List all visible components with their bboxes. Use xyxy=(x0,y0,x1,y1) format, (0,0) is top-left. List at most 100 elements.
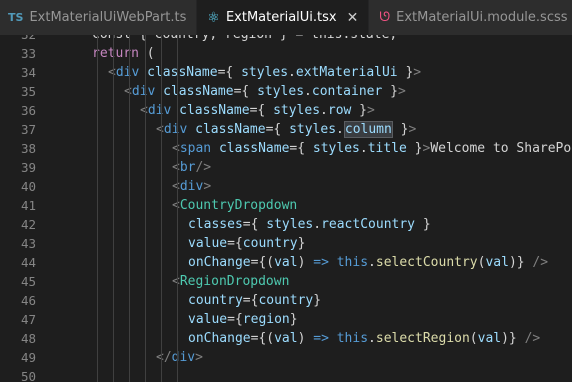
code-line[interactable]: 46 country={country} xyxy=(0,291,572,310)
code-token: < xyxy=(172,198,180,213)
code-line[interactable]: 44 onChange={(val) => this.selectCountry(… xyxy=(0,253,572,272)
code-token: classes xyxy=(188,217,243,232)
code-line[interactable]: 49 </div> xyxy=(0,348,572,367)
code-token: < xyxy=(124,84,132,99)
indent-guide xyxy=(145,35,146,382)
line-number: 50 xyxy=(20,369,36,382)
code-token: ={ xyxy=(242,293,259,308)
code-line[interactable]: 40 <div> xyxy=(0,177,572,196)
code-token: div xyxy=(179,179,204,194)
code-token: < xyxy=(172,141,180,156)
code-token: ={ xyxy=(249,103,274,118)
code-line[interactable]: 34 <div className={ styles.extMaterialUi … xyxy=(0,63,572,82)
code-token: RegionDropdown xyxy=(179,274,290,289)
indent-guide xyxy=(97,35,98,382)
code-token: => xyxy=(313,255,329,270)
line-number: 37 xyxy=(20,122,36,137)
code-token: reactCountry xyxy=(321,217,415,232)
code-token: val xyxy=(485,255,509,270)
code-token: . xyxy=(336,122,344,137)
code-line[interactable]: 37 <div className={ styles.column }> xyxy=(0,120,572,139)
code-line[interactable]: 33 return ( xyxy=(0,44,572,63)
line-number: 40 xyxy=(20,179,36,194)
code-token: span xyxy=(179,141,212,156)
code-text: country={country} xyxy=(188,291,321,310)
code-token: val xyxy=(477,331,502,346)
code-token: } xyxy=(382,84,398,99)
code-text: <div className={ styles.row }> xyxy=(140,101,375,120)
code-text: <span className={ styles.title }>Welcome… xyxy=(172,139,572,158)
tab-extmaterialuiwebpart-ts[interactable]: TS ExtMaterialUiWebPart.ts xyxy=(0,0,198,35)
code-line[interactable]: 50 xyxy=(0,367,572,382)
line-number: 42 xyxy=(20,217,36,232)
code-token: < xyxy=(156,122,164,137)
code-text: value={country} xyxy=(188,234,305,253)
code-token: > xyxy=(203,179,212,194)
code-line[interactable]: 48 onChange={(val) => this.selectRegion(v… xyxy=(0,329,572,348)
code-token: ={ xyxy=(217,65,242,80)
code-token: )} xyxy=(508,255,533,270)
code-token: => xyxy=(313,331,329,346)
code-token: . xyxy=(368,255,376,270)
indent-guide xyxy=(113,35,114,382)
code-line[interactable]: 47 value={region} xyxy=(0,310,572,329)
code-token: country xyxy=(258,293,314,308)
code-line[interactable]: 36 <div className={ styles.row }> xyxy=(0,101,572,120)
sass-file-icon: ᘎ xyxy=(379,10,391,25)
typescript-file-icon: TS xyxy=(8,11,24,24)
code-token: } xyxy=(397,65,414,80)
code-line[interactable]: 39 <br/> xyxy=(0,158,572,177)
code-text: classes={ styles.reactCountry } xyxy=(188,215,431,234)
close-icon[interactable]: ✕ xyxy=(347,10,359,26)
code-token: return xyxy=(92,46,139,61)
code-token: className xyxy=(147,65,218,80)
code-token: } xyxy=(297,236,306,251)
code-line[interactable]: 32 const { country, region } = this.state… xyxy=(0,35,572,44)
code-token: /> xyxy=(195,160,212,175)
indent-guide xyxy=(129,35,130,382)
code-token: } xyxy=(289,312,298,327)
code-line[interactable]: 43 value={country} xyxy=(0,234,572,253)
code-line[interactable]: 35 <div className={ styles.container }> xyxy=(0,82,572,101)
code-token: ) xyxy=(297,255,314,270)
indent-guide xyxy=(177,35,178,382)
code-token: > xyxy=(408,122,417,137)
code-token: . xyxy=(320,103,328,118)
code-token: extMaterialUi xyxy=(295,65,398,80)
code-token: > xyxy=(195,350,203,365)
code-token: region xyxy=(242,312,290,327)
code-token: CountryDropdown xyxy=(179,198,298,213)
line-number: 43 xyxy=(20,236,36,251)
code-token: . xyxy=(368,331,376,346)
tab-extmaterialui-tsx[interactable]: ⚛ ExtMaterialUi.tsx ✕ xyxy=(197,0,370,35)
code-token: selectCountry xyxy=(375,255,478,270)
code-token: styles xyxy=(257,84,305,99)
code-token: < xyxy=(140,103,148,118)
code-token: styles xyxy=(241,65,289,80)
code-token: </ xyxy=(156,350,172,365)
selection-highlight: column xyxy=(343,121,393,138)
code-token: ( xyxy=(469,331,478,346)
code-editor[interactable]: 32 const { country, region } = this.state… xyxy=(0,35,572,382)
line-number: 36 xyxy=(20,103,36,118)
code-token: br xyxy=(179,160,196,175)
code-token: div xyxy=(171,350,196,365)
line-number: 39 xyxy=(20,160,36,175)
code-token: . xyxy=(359,141,368,156)
code-line[interactable]: 42 classes={ styles.reactCountry } xyxy=(0,215,572,234)
code-token: div xyxy=(131,84,156,99)
code-token: title xyxy=(367,141,407,156)
indent-guide xyxy=(161,35,162,382)
code-line[interactable]: 45 <RegionDropdown xyxy=(0,272,572,291)
code-line[interactable]: 41 <CountryDropdown xyxy=(0,196,572,215)
code-token: < xyxy=(172,274,180,289)
code-line[interactable]: 38 <span className={ styles.title }>Welco… xyxy=(0,139,572,158)
code-token: val xyxy=(274,255,298,270)
code-text: value={region} xyxy=(188,310,298,329)
code-token: < xyxy=(108,65,116,80)
code-token: styles xyxy=(312,141,360,156)
tab-extmaterialui-module-scss[interactable]: ᘎ ExtMaterialUi.module.scss xyxy=(369,0,572,35)
code-token: value xyxy=(188,236,228,251)
